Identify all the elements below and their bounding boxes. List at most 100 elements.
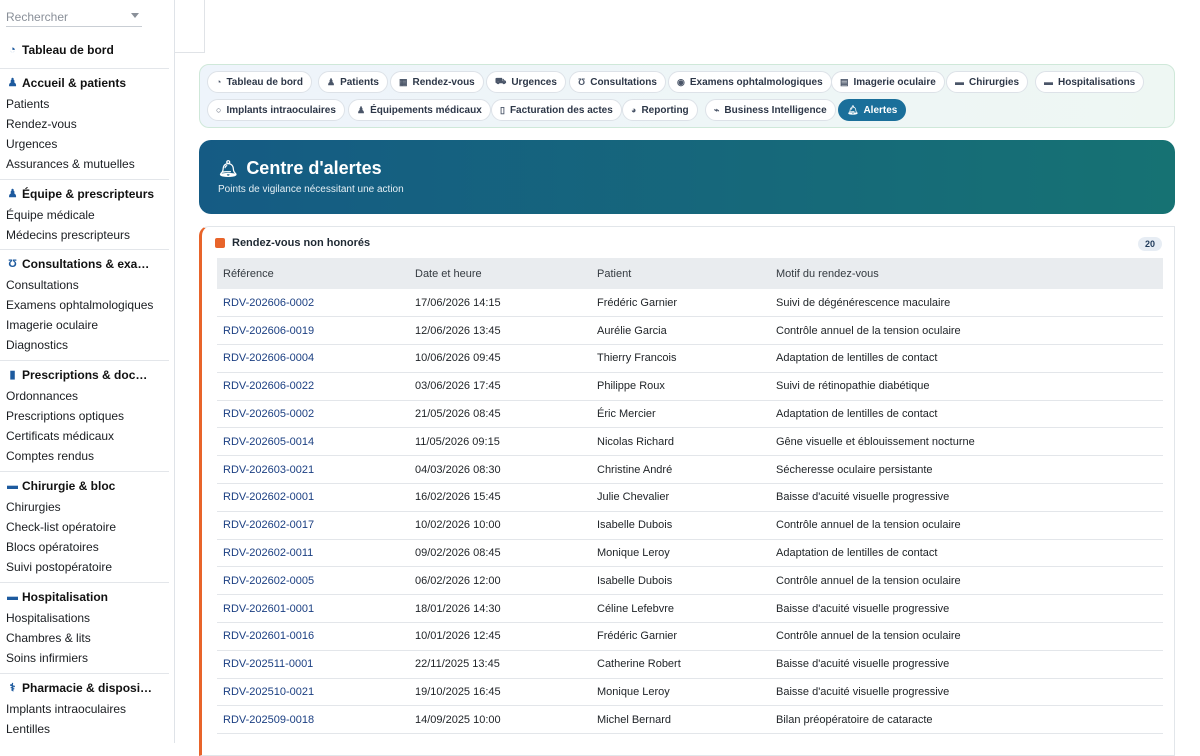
sidebar-item-consultations[interactable]: Consultations [0, 275, 169, 295]
cell-motif: Adaptation de lentilles de contact [770, 400, 1163, 429]
cell-reference[interactable]: RDV-202511-0001 [217, 650, 409, 679]
tab-tableau-de-bord[interactable]: ◔ Tableau de bord [207, 71, 312, 93]
cell-reference[interactable]: RDV-202602-0017 [217, 511, 409, 540]
sidebar-item-comptes-rendus[interactable]: Comptes rendus [0, 446, 169, 466]
pharmacy-icon: ⚕ [9, 681, 16, 694]
sidebar-section-header[interactable]: ♟ Équipe & prescripteurs [0, 183, 169, 205]
table-row[interactable]: RDV-202602-0001 16/02/2026 15:45 Julie Che… [217, 483, 1163, 512]
tab-business-intelligence[interactable]: ⌁ Business Intelligence [705, 99, 836, 121]
sidebar-section-header[interactable]: ▮ Prescriptions & doc… [0, 364, 169, 386]
cell-date: 04/03/2026 08:30 [409, 455, 591, 485]
sidebar-item-chambres[interactable]: Chambres & lits [0, 628, 169, 648]
tab-rendez-vous[interactable]: ▦ Rendez-vous [390, 71, 484, 93]
missed-appointments-table: Référence Date et heure Patient Motif du… [217, 258, 1163, 735]
table-row[interactable]: RDV-202601-0001 18/01/2026 14:30 Céline Le… [217, 594, 1163, 624]
calendar-icon: ▦ [399, 76, 408, 87]
cell-reference[interactable]: RDV-202606-0004 [217, 344, 409, 373]
sidebar-section-header[interactable]: Ʊ Consultations & exa… [0, 253, 169, 275]
sidebar-item-prescriptions-optiques[interactable]: Prescriptions optiques [0, 406, 169, 426]
sidebar-item-ordonnances[interactable]: Ordonnances [0, 386, 169, 406]
sidebar-item-medecins-prescripteurs[interactable]: Médecins prescripteurs [0, 225, 169, 245]
cell-reference[interactable]: RDV-202602-0005 [217, 566, 409, 596]
cell-reference[interactable]: RDV-202605-0014 [217, 427, 409, 457]
cell-reference[interactable]: RDV-202509-0018 [217, 705, 409, 735]
table-row[interactable]: RDV-202606-0004 10/06/2026 09:45 Thierry F… [217, 344, 1163, 373]
sidebar-item-soins[interactable]: Soins infirmiers [0, 648, 169, 668]
table-row[interactable]: RDV-202606-0002 17/06/2026 14:15 Frédéric … [217, 289, 1163, 318]
tab-equipements[interactable]: ♟ Équipements médicaux [348, 99, 491, 121]
table-row[interactable]: RDV-202510-0021 19/10/2025 16:45 Monique L… [217, 678, 1163, 707]
cell-reference[interactable]: RDV-202605-0002 [217, 400, 409, 429]
tab-chirurgies[interactable]: ▬ Chirurgies [946, 71, 1029, 93]
table-row[interactable]: RDV-202606-0019 12/06/2026 13:45 Aurélie G… [217, 316, 1163, 346]
tab-examens[interactable]: ◉ Examens ophtalmologiques [668, 71, 832, 93]
cell-motif: Bilan préopératoire de cataracte [770, 705, 1163, 735]
cell-reference[interactable]: RDV-202602-0011 [217, 539, 409, 568]
sidebar-section-pharmacie: ⚕ Pharmacie & disposi… Implants intraocul… [0, 673, 169, 739]
table-row[interactable]: RDV-202606-0022 03/06/2026 17:45 Philippe … [217, 372, 1163, 401]
sidebar-item-diagnostics[interactable]: Diagnostics [0, 335, 169, 355]
table-row[interactable]: RDV-202602-0005 06/02/2026 12:00 Isabelle … [217, 566, 1163, 596]
cell-reference[interactable]: RDV-202510-0021 [217, 678, 409, 707]
tab-imagerie[interactable]: ▤ Imagerie oculaire [831, 71, 945, 93]
cell-patient: Frédéric Garnier [591, 622, 770, 651]
chevron-down-icon[interactable] [131, 13, 139, 18]
tab-alertes[interactable]: 🔔︎ Alertes [838, 99, 907, 121]
cell-reference[interactable]: RDV-202601-0001 [217, 594, 409, 624]
search-select[interactable]: Rechercher [6, 6, 142, 27]
sidebar-item-implants[interactable]: Implants intraoculaires [0, 699, 169, 719]
cell-reference[interactable]: RDV-202601-0016 [217, 622, 409, 651]
sidebar-section-header[interactable]: ▬ Hospitalisation [0, 586, 169, 608]
user-icon: ♟ [7, 76, 18, 89]
cell-reference[interactable]: RDV-202602-0001 [217, 483, 409, 512]
sidebar-item-equipe-medicale[interactable]: Équipe médicale [0, 205, 169, 225]
sidebar-item-chirurgies[interactable]: Chirurgies [0, 497, 169, 517]
sidebar-item-blocs[interactable]: Blocs opératoires [0, 537, 169, 557]
sidebar-item-hospitalisations[interactable]: Hospitalisations [0, 608, 169, 628]
table-row[interactable]: RDV-202605-0014 11/05/2026 09:15 Nicolas R… [217, 427, 1163, 457]
sidebar-item-suivi-postop[interactable]: Suivi postopératoire [0, 557, 169, 577]
sidebar-item-imagerie[interactable]: Imagerie oculaire [0, 315, 169, 335]
table-row[interactable]: RDV-202511-0001 22/11/2025 13:45 Catherine… [217, 650, 1163, 679]
sidebar-item-check-list[interactable]: Check-list opératoire [0, 517, 169, 537]
card-title-text: Rendez-vous non honorés [232, 237, 371, 249]
tab-consultations[interactable]: Ʊ Consultations [569, 71, 666, 93]
column-header-reference[interactable]: Référence [217, 258, 409, 289]
sidebar-item-rendez-vous[interactable]: Rendez-vous [0, 114, 169, 134]
tab-implants[interactable]: ○ Implants intraoculaires [207, 99, 345, 121]
column-header-motif[interactable]: Motif du rendez-vous [770, 258, 1163, 289]
sidebar-section-header[interactable]: ♟ Accueil & patients [0, 72, 169, 94]
sidebar-section-header[interactable]: ⚕ Pharmacie & disposi… [0, 677, 169, 699]
tab-urgences[interactable]: ⛟ Urgences [486, 71, 566, 93]
cell-reference[interactable]: RDV-202603-0021 [217, 455, 409, 485]
column-header-date[interactable]: Date et heure [409, 258, 591, 289]
tab-reporting[interactable]: ◕ Reporting [622, 99, 698, 121]
table-row[interactable]: RDV-202605-0002 21/05/2026 08:45 Éric Merc… [217, 400, 1163, 429]
cell-motif: Baisse d'acuité visuelle progressive [770, 594, 1163, 624]
sidebar-item-examens[interactable]: Examens ophtalmologiques [0, 295, 169, 315]
table-row[interactable]: RDV-202602-0011 09/02/2026 08:45 Monique L… [217, 539, 1163, 568]
image-icon: ▤ [840, 76, 849, 87]
sidebar-item-patients[interactable]: Patients [0, 94, 169, 114]
cell-motif: Contrôle annuel de la tension oculaire [770, 566, 1163, 596]
column-header-patient[interactable]: Patient [591, 258, 770, 289]
sidebar-dashboard[interactable]: ◔ Tableau de bord [0, 39, 169, 61]
sidebar-section-title: Chirurgie & bloc [22, 479, 116, 493]
table-row[interactable]: RDV-202603-0021 04/03/2026 08:30 Christine… [217, 455, 1163, 485]
table-row[interactable]: RDV-202602-0017 10/02/2026 10:00 Isabelle … [217, 511, 1163, 540]
bell-icon: 🔔︎ [218, 160, 239, 178]
sidebar-item-assurances[interactable]: Assurances & mutuelles [0, 154, 169, 174]
tab-hospitalisations[interactable]: ▬ Hospitalisations [1035, 71, 1145, 93]
sidebar-item-urgences[interactable]: Urgences [0, 134, 169, 154]
tab-patients[interactable]: ♟ Patients [318, 71, 388, 93]
bed-icon: ▬ [7, 479, 18, 492]
table-row[interactable]: RDV-202601-0016 10/01/2026 12:45 Frédéric … [217, 622, 1163, 651]
table-row[interactable]: RDV-202509-0018 14/09/2025 10:00 Michel Be… [217, 705, 1163, 735]
cell-reference[interactable]: RDV-202606-0022 [217, 372, 409, 401]
cell-reference[interactable]: RDV-202606-0019 [217, 316, 409, 346]
tab-facturation[interactable]: ▯ Facturation des actes [491, 99, 622, 121]
cell-reference[interactable]: RDV-202606-0002 [217, 289, 409, 318]
sidebar-item-certificats[interactable]: Certificats médicaux [0, 426, 169, 446]
sidebar-item-lentilles[interactable]: Lentilles [0, 719, 169, 739]
sidebar-section-header[interactable]: ▬ Chirurgie & bloc [0, 475, 169, 497]
